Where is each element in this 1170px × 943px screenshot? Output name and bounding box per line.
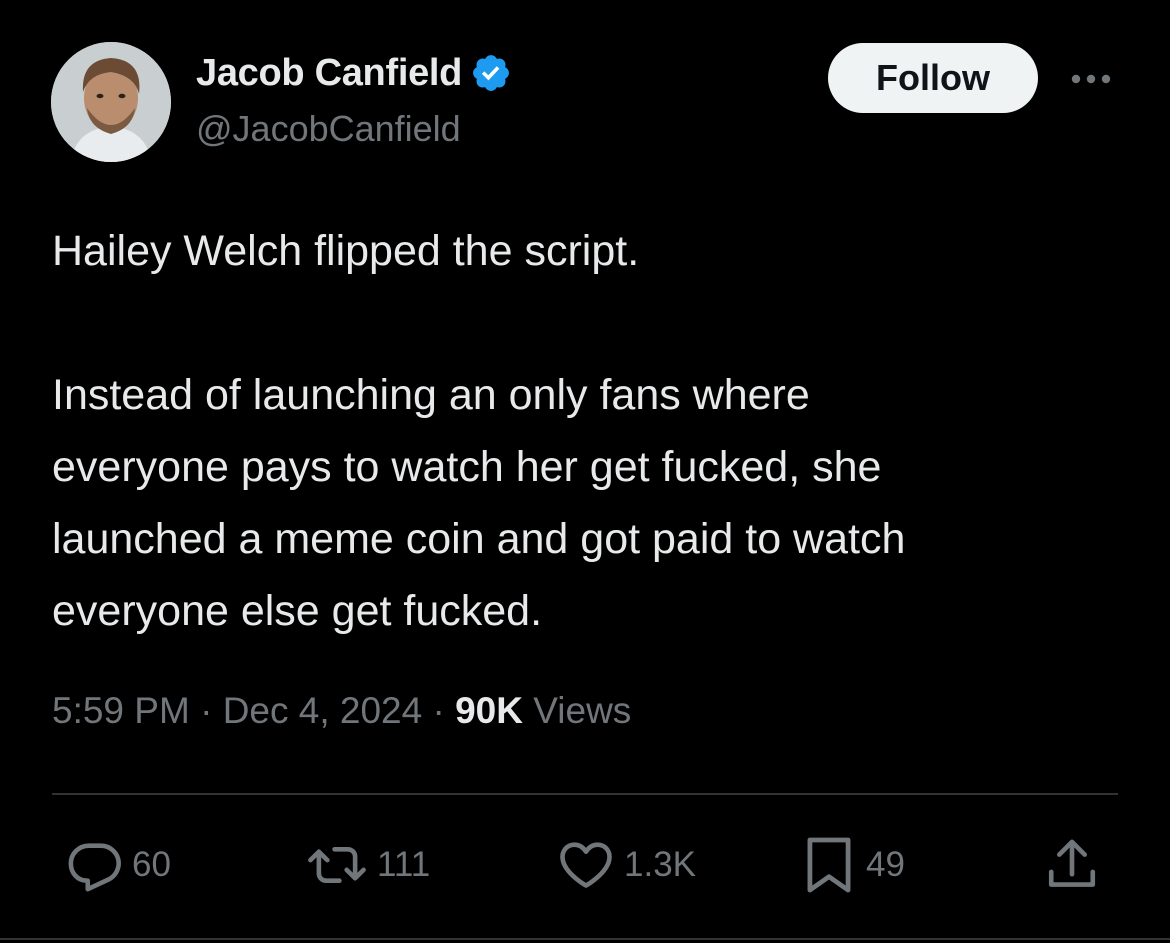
bookmark-count: 49 <box>866 845 905 884</box>
avatar[interactable] <box>51 42 171 162</box>
tweet-time[interactable]: 5:59 PM <box>52 690 190 731</box>
like-count: 1.3K <box>624 845 696 884</box>
meta-separator: · <box>432 690 445 731</box>
bookmark-icon <box>807 837 851 893</box>
reply-icon <box>68 843 121 892</box>
share-icon <box>1048 839 1096 887</box>
repost-button[interactable]: 111 <box>305 830 430 900</box>
tweet-line: Instead of launching an only fans where <box>52 371 810 419</box>
tweet-line: everyone else get fucked. <box>52 587 543 635</box>
heart-icon <box>560 842 612 888</box>
tweet-text: Hailey Welch flipped the script. Instead… <box>52 215 1122 647</box>
repost-count: 111 <box>377 845 431 884</box>
follow-button[interactable]: Follow <box>828 43 1038 113</box>
tweet-paragraph: Hailey Welch flipped the script. <box>52 227 640 275</box>
divider <box>52 793 1118 795</box>
reply-count: 60 <box>132 845 171 884</box>
views-count: 90K <box>455 690 523 731</box>
repost-icon <box>308 846 366 884</box>
avatar-image <box>51 42 171 162</box>
meta-separator: · <box>200 690 213 731</box>
bookmark-button[interactable]: 49 <box>800 830 905 900</box>
author-handle[interactable]: @JacobCanfield <box>196 108 461 150</box>
divider <box>0 938 1170 940</box>
views-label: Views <box>533 690 632 731</box>
tweet-meta: 5:59 PM · Dec 4, 2024 · 90K Views <box>52 690 631 732</box>
tweet-date[interactable]: Dec 4, 2024 <box>223 690 423 731</box>
verified-badge-icon <box>470 52 512 94</box>
tweet-line: launched a meme coin and got paid to wat… <box>52 515 906 563</box>
share-button[interactable] <box>1044 830 1100 900</box>
tweet-line: everyone pays to watch her get fucked, s… <box>52 443 882 491</box>
like-button[interactable]: 1.3K <box>556 830 696 900</box>
author-name-row: Jacob Canfield <box>196 48 512 98</box>
reply-button[interactable]: 60 <box>66 830 171 900</box>
action-bar: 60 111 1.3K 49 <box>0 830 1170 900</box>
more-icon[interactable] <box>1068 70 1114 88</box>
author-display-name[interactable]: Jacob Canfield <box>196 52 462 95</box>
